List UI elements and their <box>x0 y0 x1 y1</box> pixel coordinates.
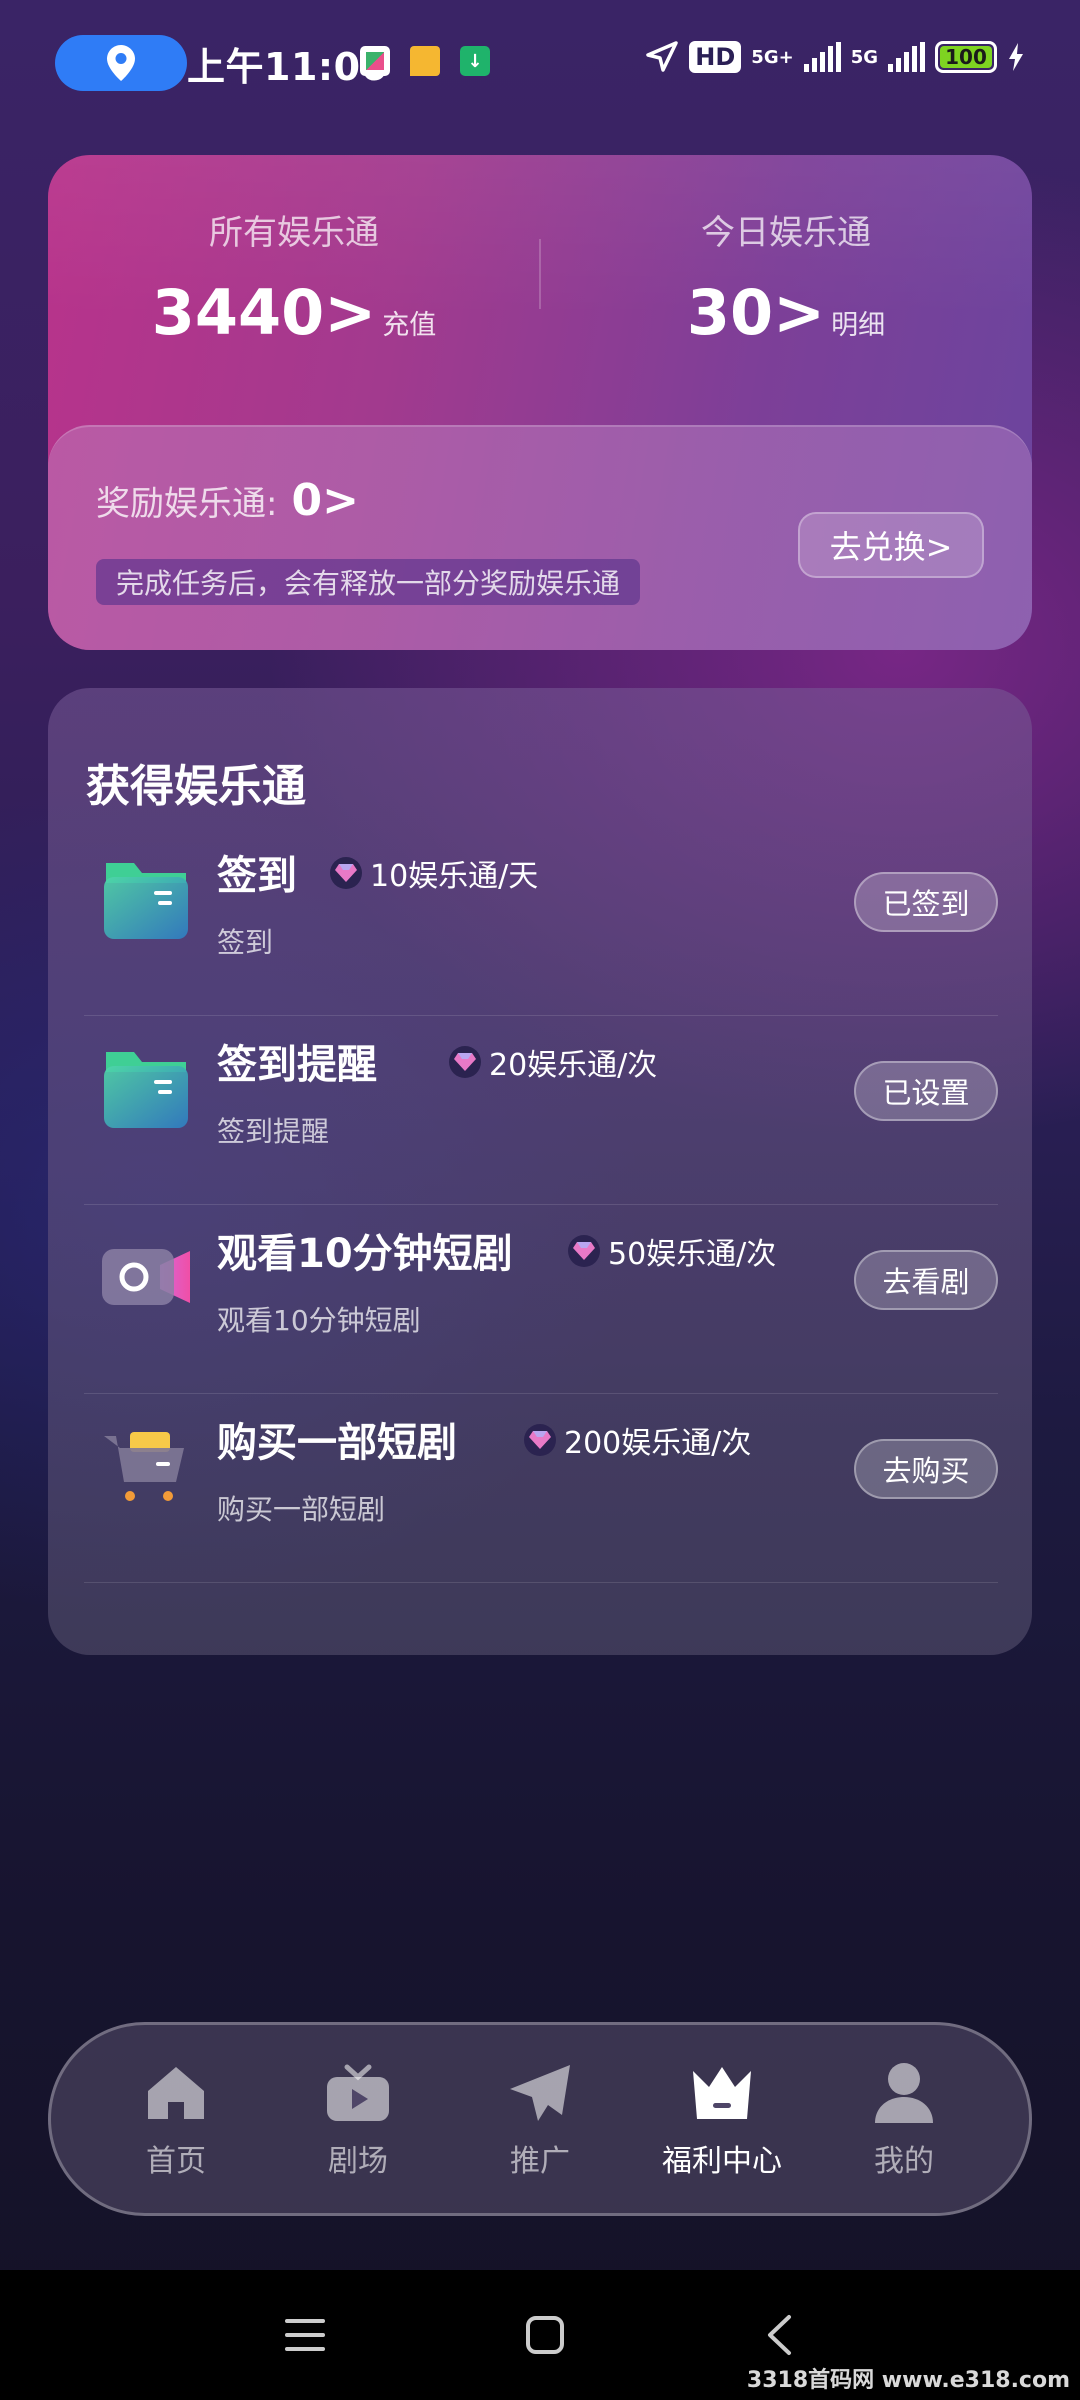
today-balance[interactable]: 今日娱乐通 30> 明细 <box>540 205 1032 349</box>
battery-icon: 100 <box>935 41 997 73</box>
reward-label: 奖励娱乐通: <box>96 484 278 524</box>
charging-bolt-icon <box>1009 43 1023 71</box>
network-type-label-2: 5G <box>850 46 878 68</box>
signal-strength-icon <box>803 42 841 72</box>
task-name: 签到提醒 <box>217 1042 377 1088</box>
gem-icon <box>524 1424 556 1456</box>
tab-mine[interactable]: 我的 <box>829 2058 979 2180</box>
recharge-link[interactable]: 充值 <box>382 303 436 342</box>
reward-card: 奖励娱乐通: 0> 完成任务后，会有释放一部分奖励娱乐通 去兑换> <box>48 425 1032 650</box>
back-icon[interactable] <box>765 2314 795 2356</box>
shopping-cart-icon <box>104 1432 184 1501</box>
exchange-button[interactable]: 去兑换> <box>798 512 984 578</box>
video-camera-icon <box>102 1249 190 1305</box>
folder-icon <box>104 863 188 939</box>
task-reward: 200娱乐通/次 <box>524 1418 751 1462</box>
crown-icon <box>687 2058 757 2128</box>
reward-note: 完成任务后，会有释放一部分奖励娱乐通 <box>96 559 641 605</box>
gem-icon <box>330 857 362 889</box>
location-indicator[interactable] <box>55 35 187 91</box>
navigation-arrow-icon <box>646 41 679 72</box>
tasks-title: 获得娱乐通 <box>86 761 306 812</box>
home-icon <box>141 2058 211 2128</box>
task-checkin-reminder: 签到提醒 20娱乐通/次 签到提醒 已设置 <box>84 1016 998 1205</box>
message-notification-icon <box>410 46 440 76</box>
network-type-label: 5G+ <box>751 46 794 68</box>
task-name: 购买一部短剧 <box>217 1420 457 1466</box>
signal-strength-icon-2 <box>888 42 925 72</box>
reward-value[interactable]: 0> <box>291 475 358 526</box>
gem-icon <box>568 1235 600 1267</box>
all-balance-value[interactable]: 3440> <box>152 276 377 349</box>
watermark: 3318首码网 www.e318.com <box>746 2368 1070 2393</box>
buy-drama-button[interactable]: 去购买 <box>854 1439 998 1499</box>
task-reward: 20娱乐通/次 <box>449 1040 657 1084</box>
today-balance-value[interactable]: 30> <box>687 276 825 349</box>
task-reward: 10娱乐通/天 <box>330 851 538 895</box>
watch-drama-button[interactable]: 去看剧 <box>854 1250 998 1310</box>
notification-icons: ↓ <box>360 46 490 76</box>
tab-welfare-center[interactable]: 福利中心 <box>647 2058 797 2180</box>
task-name: 观看10分钟短剧 <box>217 1231 513 1277</box>
task-description: 签到 <box>217 926 274 959</box>
task-description: 签到提醒 <box>217 1115 330 1148</box>
stat-divider <box>539 239 541 309</box>
all-balance-label: 所有娱乐通 <box>209 213 379 253</box>
bottom-tab-bar: 首页 剧场 推广 福利中心 我的 <box>48 2022 1032 2216</box>
task-description: 观看10分钟短剧 <box>217 1304 421 1337</box>
gem-icon <box>449 1046 481 1078</box>
folder-icon <box>104 1052 188 1128</box>
clock: 上午11:06 <box>187 45 388 89</box>
tv-icon <box>323 2058 393 2128</box>
set-reminder-button[interactable]: 已设置 <box>854 1061 998 1121</box>
tab-theater[interactable]: 剧场 <box>283 2058 433 2180</box>
home-nav-icon[interactable] <box>525 2315 565 2355</box>
system-navigation-bar: 3318首码网 www.e318.com <box>0 2270 1080 2400</box>
hd-voice-badge: HD <box>689 41 742 73</box>
task-checkin: 签到 10娱乐通/天 签到 已签到 <box>84 827 998 1016</box>
download-notification-icon: ↓ <box>460 46 490 76</box>
paper-plane-icon <box>505 2058 575 2128</box>
checked-in-button[interactable]: 已签到 <box>854 872 998 932</box>
system-status-icons: HD 5G+ 5G 100 <box>645 40 1025 74</box>
task-watch-short-drama: 观看10分钟短剧 50娱乐通/次 观看10分钟短剧 去看剧 <box>84 1205 998 1394</box>
task-buy-short-drama: 购买一部短剧 200娱乐通/次 购买一部短剧 去购买 <box>84 1394 998 1583</box>
status-bar: 上午11:06 ↓ HD 5G+ 5G 100 <box>0 0 1080 120</box>
user-icon <box>869 2058 939 2128</box>
app-notification-icon <box>360 46 390 76</box>
task-reward: 50娱乐通/次 <box>568 1229 776 1273</box>
task-name: 签到 <box>217 853 297 899</box>
tab-promote[interactable]: 推广 <box>465 2058 615 2180</box>
details-link[interactable]: 明细 <box>831 303 885 342</box>
reward-title: 奖励娱乐通: 0> <box>96 475 359 526</box>
earn-tasks-card: 获得娱乐通 签到 10娱乐通/天 签到 已签到 签到提醒 20娱乐通/次 签到提… <box>48 688 1032 1655</box>
tab-home[interactable]: 首页 <box>101 2058 251 2180</box>
menu-icon[interactable] <box>285 2317 325 2353</box>
location-pin-icon <box>107 45 135 81</box>
all-balance[interactable]: 所有娱乐通 3440> 充值 <box>48 205 540 349</box>
task-description: 购买一部短剧 <box>217 1493 386 1526</box>
today-balance-label: 今日娱乐通 <box>701 213 871 253</box>
